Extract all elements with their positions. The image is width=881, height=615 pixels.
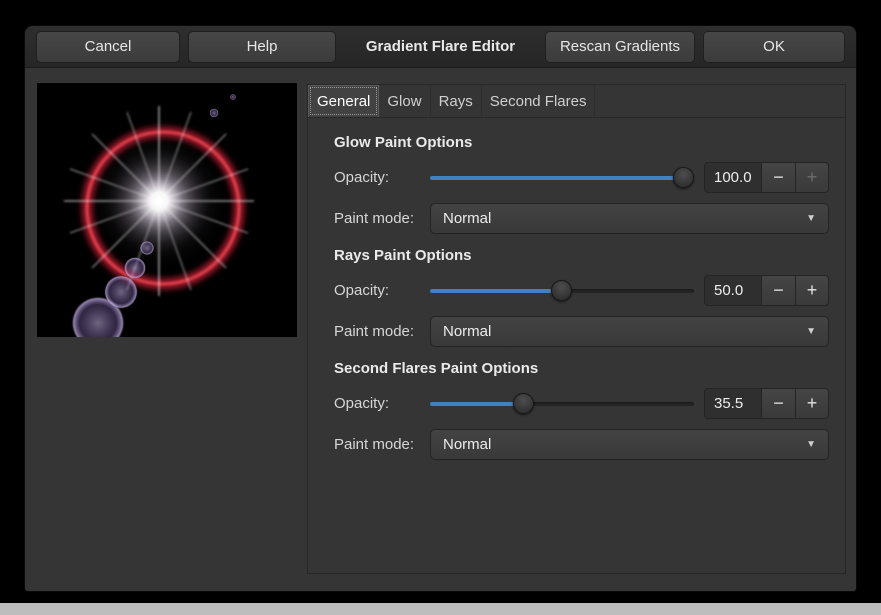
minus-icon: − <box>773 280 784 301</box>
slider-fill <box>430 176 694 180</box>
tab-glow[interactable]: Glow <box>379 85 430 117</box>
dropdown-selected-value: Normal <box>443 323 491 340</box>
second-flares-opacity-slider[interactable] <box>430 393 694 415</box>
screenshot-root: Cancel Help Gradient Flare Editor Rescan… <box>0 0 881 615</box>
second-flares-opacity-value[interactable]: 35.5 <box>704 388 761 419</box>
paint-mode-row: Paint mode: Normal ▼ <box>334 203 829 234</box>
second-flares-paint-mode-dropdown[interactable]: Normal ▼ <box>430 429 829 460</box>
rays-opacity-decrease-button[interactable]: − <box>761 275 795 306</box>
glow-opacity-decrease-button[interactable]: − <box>761 162 795 193</box>
dropdown-selected-value: Normal <box>443 436 491 453</box>
section-title: Rays Paint Options <box>334 247 829 264</box>
dialog-content: General Glow Rays Second Flares Glow Pai… <box>25 68 856 592</box>
opacity-row: Opacity: 35.5 − + <box>334 388 829 419</box>
glow-opacity-value[interactable]: 100.0 <box>704 162 761 193</box>
header-bar: Cancel Help Gradient Flare Editor Rescan… <box>25 26 856 68</box>
flare-preview-image <box>37 83 297 337</box>
chevron-down-icon: ▼ <box>806 326 816 337</box>
opacity-row: Opacity: 100.0 − + <box>334 162 829 193</box>
second-flares-paint-options-section: Second Flares Paint Options Opacity: <box>334 360 829 460</box>
chevron-down-icon: ▼ <box>806 439 816 450</box>
second-flares-opacity-decrease-button[interactable]: − <box>761 388 795 419</box>
rays-opacity-increase-button[interactable]: + <box>795 275 829 306</box>
second-flares-opacity-spinbox: 35.5 − + <box>704 388 829 419</box>
tab-general[interactable]: General <box>308 85 379 117</box>
rays-paint-options-section: Rays Paint Options Opacity: 50.0 <box>334 247 829 347</box>
glow-opacity-slider[interactable] <box>430 167 694 189</box>
slider-handle[interactable] <box>551 280 572 301</box>
flare-preview[interactable] <box>37 83 297 337</box>
minus-icon: − <box>773 167 784 188</box>
paint-mode-row: Paint mode: Normal ▼ <box>334 429 829 460</box>
chevron-down-icon: ▼ <box>806 213 816 224</box>
rays-opacity-slider[interactable] <box>430 280 694 302</box>
opacity-label: Opacity: <box>334 282 430 299</box>
slider-handle[interactable] <box>673 167 694 188</box>
section-title: Second Flares Paint Options <box>334 360 829 377</box>
rays-paint-mode-dropdown[interactable]: Normal ▼ <box>430 316 829 347</box>
plus-icon: + <box>807 167 818 188</box>
ok-button[interactable]: OK <box>703 31 845 63</box>
second-flares-opacity-increase-button[interactable]: + <box>795 388 829 419</box>
section-title: Glow Paint Options <box>334 134 829 151</box>
slider-fill <box>430 402 524 406</box>
glow-opacity-spinbox: 100.0 − + <box>704 162 829 193</box>
rescan-gradients-button[interactable]: Rescan Gradients <box>545 31 695 63</box>
opacity-row: Opacity: 50.0 − + <box>334 275 829 306</box>
cancel-button[interactable]: Cancel <box>36 31 180 63</box>
paint-mode-row: Paint mode: Normal ▼ <box>334 316 829 347</box>
glow-paint-mode-dropdown[interactable]: Normal ▼ <box>430 203 829 234</box>
plus-icon: + <box>807 393 818 414</box>
tab-second-flares[interactable]: Second Flares <box>482 85 596 117</box>
glow-paint-options-section: Glow Paint Options Opacity: 100. <box>334 134 829 234</box>
dropdown-selected-value: Normal <box>443 210 491 227</box>
tab-rays[interactable]: Rays <box>431 85 482 117</box>
gradient-flare-editor-dialog: Cancel Help Gradient Flare Editor Rescan… <box>24 25 857 592</box>
paint-mode-label: Paint mode: <box>334 323 430 340</box>
general-tab-content: Glow Paint Options Opacity: 100. <box>308 118 845 460</box>
opacity-label: Opacity: <box>334 395 430 412</box>
desktop-background-strip <box>0 603 881 615</box>
slider-handle[interactable] <box>513 393 534 414</box>
tab-bar: General Glow Rays Second Flares <box>308 85 845 118</box>
settings-panel: General Glow Rays Second Flares Glow Pai… <box>307 84 846 574</box>
paint-mode-label: Paint mode: <box>334 210 430 227</box>
opacity-label: Opacity: <box>334 169 430 186</box>
glow-opacity-increase-button[interactable]: + <box>795 162 829 193</box>
help-button[interactable]: Help <box>188 31 336 63</box>
rays-opacity-value[interactable]: 50.0 <box>704 275 761 306</box>
slider-fill <box>430 289 562 293</box>
window-title: Gradient Flare Editor <box>344 38 537 55</box>
rays-opacity-spinbox: 50.0 − + <box>704 275 829 306</box>
paint-mode-label: Paint mode: <box>334 436 430 453</box>
plus-icon: + <box>807 280 818 301</box>
minus-icon: − <box>773 393 784 414</box>
